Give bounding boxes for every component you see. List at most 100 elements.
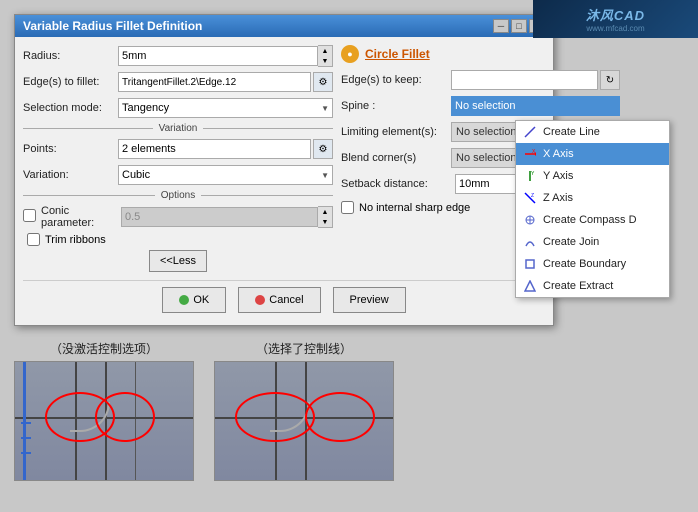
z-axis-icon: Z	[522, 190, 538, 206]
edges-keep-label: Edge(s) to keep:	[341, 74, 451, 86]
conic-label: Conic parameter:	[41, 205, 121, 229]
x-axis-icon: X	[522, 146, 538, 162]
ok-label: OK	[193, 294, 209, 306]
create-boundary-label: Create Boundary	[543, 258, 626, 270]
dialog-footer: OK Cancel Preview	[23, 280, 545, 317]
edges-input[interactable]: TritangentFillet.2\Edge.12	[118, 72, 311, 92]
watermark-url: www.mfcad.com	[586, 24, 644, 34]
restore-button[interactable]: □	[511, 19, 527, 33]
trim-ribbons-row: Trim ribbons	[27, 233, 333, 246]
options-line-left	[23, 195, 155, 196]
ok-button[interactable]: OK	[162, 287, 226, 313]
conic-down[interactable]: ▼	[318, 217, 332, 227]
main-dialog: Variable Radius Fillet Definition ─ □ ✕ …	[14, 14, 554, 326]
options-line-right	[201, 195, 333, 196]
radius-row: Radius: ▲ ▼	[23, 45, 333, 67]
image-container-2: （选择了控制线）	[214, 340, 394, 481]
menu-item-z-axis[interactable]: Z Z Axis	[516, 187, 669, 209]
y-axis-icon: Y	[522, 168, 538, 184]
spine-selection-box[interactable]: No selection	[451, 96, 620, 116]
menu-item-create-compass[interactable]: Create Compass D	[516, 209, 669, 231]
spine-label: Spine :	[341, 100, 451, 112]
bottom-image-1	[14, 361, 194, 481]
conic-up[interactable]: ▲	[318, 207, 332, 217]
radius-down[interactable]: ▼	[318, 56, 332, 66]
cancel-button[interactable]: Cancel	[238, 287, 320, 313]
conic-field-container: ▲ ▼	[121, 206, 333, 228]
conic-input[interactable]	[121, 207, 318, 227]
blend-no-selection: No selection	[456, 152, 517, 164]
edges-keep-refresh-btn[interactable]: ↻	[600, 70, 620, 90]
selection-mode-row: Selection mode: Tangency ▼	[23, 97, 333, 119]
dialog-body: Radius: ▲ ▼ Edge(s) to fillet: Tritangen…	[15, 37, 553, 325]
conic-checkbox-row	[23, 209, 41, 222]
preview-button[interactable]: Preview	[333, 287, 406, 313]
dialog-titlebar: Variable Radius Fillet Definition ─ □ ✕	[15, 15, 553, 37]
dialog-title: Variable Radius Fillet Definition	[23, 19, 202, 33]
menu-item-create-boundary[interactable]: Create Boundary	[516, 253, 669, 275]
selection-mode-value: Tangency	[122, 102, 169, 114]
minimize-button[interactable]: ─	[493, 19, 509, 33]
edges-label: Edge(s) to fillet:	[23, 76, 118, 88]
watermark-brand: 沐风CAD	[586, 5, 645, 24]
edges-icon-btn[interactable]: ⚙	[313, 72, 333, 92]
circle-fillet-icon: ●	[341, 45, 359, 63]
selection-mode-dropdown[interactable]: Tangency ▼	[118, 98, 333, 118]
no-internal-label: No internal sharp edge	[359, 202, 470, 214]
menu-item-create-line[interactable]: Create Line	[516, 121, 669, 143]
variation-value: Cubic	[122, 169, 150, 181]
circle-fillet-header: ● Circle Fillet	[341, 45, 620, 63]
points-input[interactable]: 2 elements	[118, 139, 311, 159]
x-axis-label: X Axis	[543, 148, 574, 160]
conic-spinner: ▲ ▼	[318, 206, 333, 228]
create-line-label: Create Line	[543, 126, 600, 138]
chevron-down-icon: ▼	[321, 104, 329, 113]
options-section-label: Options	[155, 190, 201, 201]
variation-row: Variation: Cubic ▼	[23, 164, 333, 186]
menu-item-x-axis[interactable]: X X Axis	[516, 143, 669, 165]
left-panel: Radius: ▲ ▼ Edge(s) to fillet: Tritangen…	[23, 45, 333, 276]
spine-row: Spine : No selection	[341, 95, 620, 117]
edges-to-fillet-row: Edge(s) to fillet: TritangentFillet.2\Ed…	[23, 71, 333, 93]
y-axis-label: Y Axis	[543, 170, 573, 182]
radius-label: Radius:	[23, 50, 118, 62]
menu-item-y-axis[interactable]: Y Y Axis	[516, 165, 669, 187]
radius-input[interactable]	[118, 46, 318, 66]
caption-2: （选择了控制线）	[256, 340, 352, 357]
join-icon	[522, 234, 538, 250]
preview-label: Preview	[350, 294, 389, 306]
watermark: 沐风CAD www.mfcad.com	[533, 0, 698, 38]
setback-label: Setback distance:	[341, 178, 451, 190]
variation-line-left	[23, 128, 153, 129]
create-extract-label: Create Extract	[543, 280, 613, 292]
edges-keep-row: Edge(s) to keep: ↻	[341, 69, 620, 91]
options-divider: Options	[23, 190, 333, 201]
compass-icon	[522, 212, 538, 228]
context-menu: Create Line X X Axis Y Y Axis Z Z Axis	[515, 120, 670, 298]
conic-checkbox[interactable]	[23, 209, 36, 222]
radius-up[interactable]: ▲	[318, 46, 332, 56]
menu-item-create-join[interactable]: Create Join	[516, 231, 669, 253]
red-ellipse-1b	[95, 392, 155, 442]
menu-item-create-extract[interactable]: Create Extract	[516, 275, 669, 297]
ok-green-icon	[179, 295, 189, 305]
variation-dropdown[interactable]: Cubic ▼	[118, 165, 333, 185]
image-container-1: （没激活控制选项）	[14, 340, 194, 481]
spine-no-selection: No selection	[455, 100, 516, 112]
variation-divider: Variation	[23, 123, 333, 134]
less-button[interactable]: <<Less	[149, 250, 207, 272]
z-axis-label: Z Axis	[543, 192, 573, 204]
bottom-area: （没激活控制选项） （选择了控制线）	[14, 340, 554, 481]
edges-keep-input[interactable]	[451, 70, 598, 90]
trim-ribbons-label: Trim ribbons	[45, 234, 106, 246]
limiting-label: Limiting element(s):	[341, 126, 451, 138]
points-icon-btn[interactable]: ⚙	[313, 139, 333, 159]
points-label: Points:	[23, 143, 118, 155]
dialog-columns: Radius: ▲ ▼ Edge(s) to fillet: Tritangen…	[23, 45, 545, 276]
create-compass-label: Create Compass D	[543, 214, 637, 226]
conic-row: Conic parameter: ▲ ▼	[23, 205, 333, 229]
boundary-icon	[522, 256, 538, 272]
trim-ribbons-checkbox[interactable]	[27, 233, 40, 246]
no-internal-checkbox[interactable]	[341, 201, 354, 214]
circle-fillet-label[interactable]: Circle Fillet	[365, 47, 430, 61]
